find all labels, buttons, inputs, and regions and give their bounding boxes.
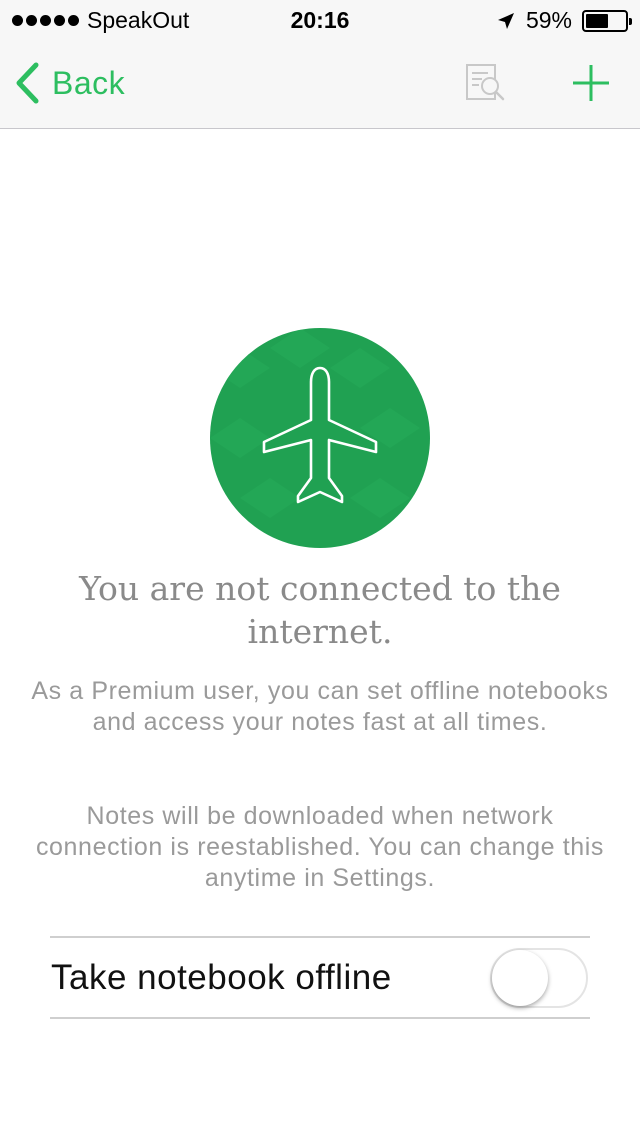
switch-knob — [492, 950, 548, 1006]
premium-message: As a Premium user, you can set offline n… — [31, 677, 609, 736]
location-arrow-icon — [497, 12, 514, 29]
battery-fill — [586, 13, 609, 28]
search-note-icon — [466, 64, 505, 101]
take-offline-label: Take notebook offline — [51, 958, 392, 997]
search-note-button[interactable] — [464, 62, 506, 109]
status-right: 59% — [496, 7, 632, 34]
plus-icon — [573, 65, 609, 101]
take-offline-row: Take notebook offline — [50, 936, 590, 1019]
download-message: Notes will be downloaded when network co… — [35, 802, 605, 892]
add-button[interactable] — [570, 62, 612, 109]
offline-content: You are not connected to the internet. A… — [0, 129, 640, 1136]
battery-percent: 59% — [525, 7, 572, 33]
chevron-left-icon — [16, 62, 39, 104]
back-label: Back — [52, 64, 126, 101]
airplane-icon — [210, 328, 430, 548]
offline-headline: You are not connected to the internet. — [79, 569, 561, 651]
back-button[interactable]: Back — [14, 62, 125, 104]
battery-icon — [582, 9, 632, 32]
navigation-bar: Back — [0, 40, 640, 129]
status-bar: SpeakOut 20:16 59% — [0, 0, 640, 40]
take-offline-switch[interactable] — [490, 948, 588, 1008]
